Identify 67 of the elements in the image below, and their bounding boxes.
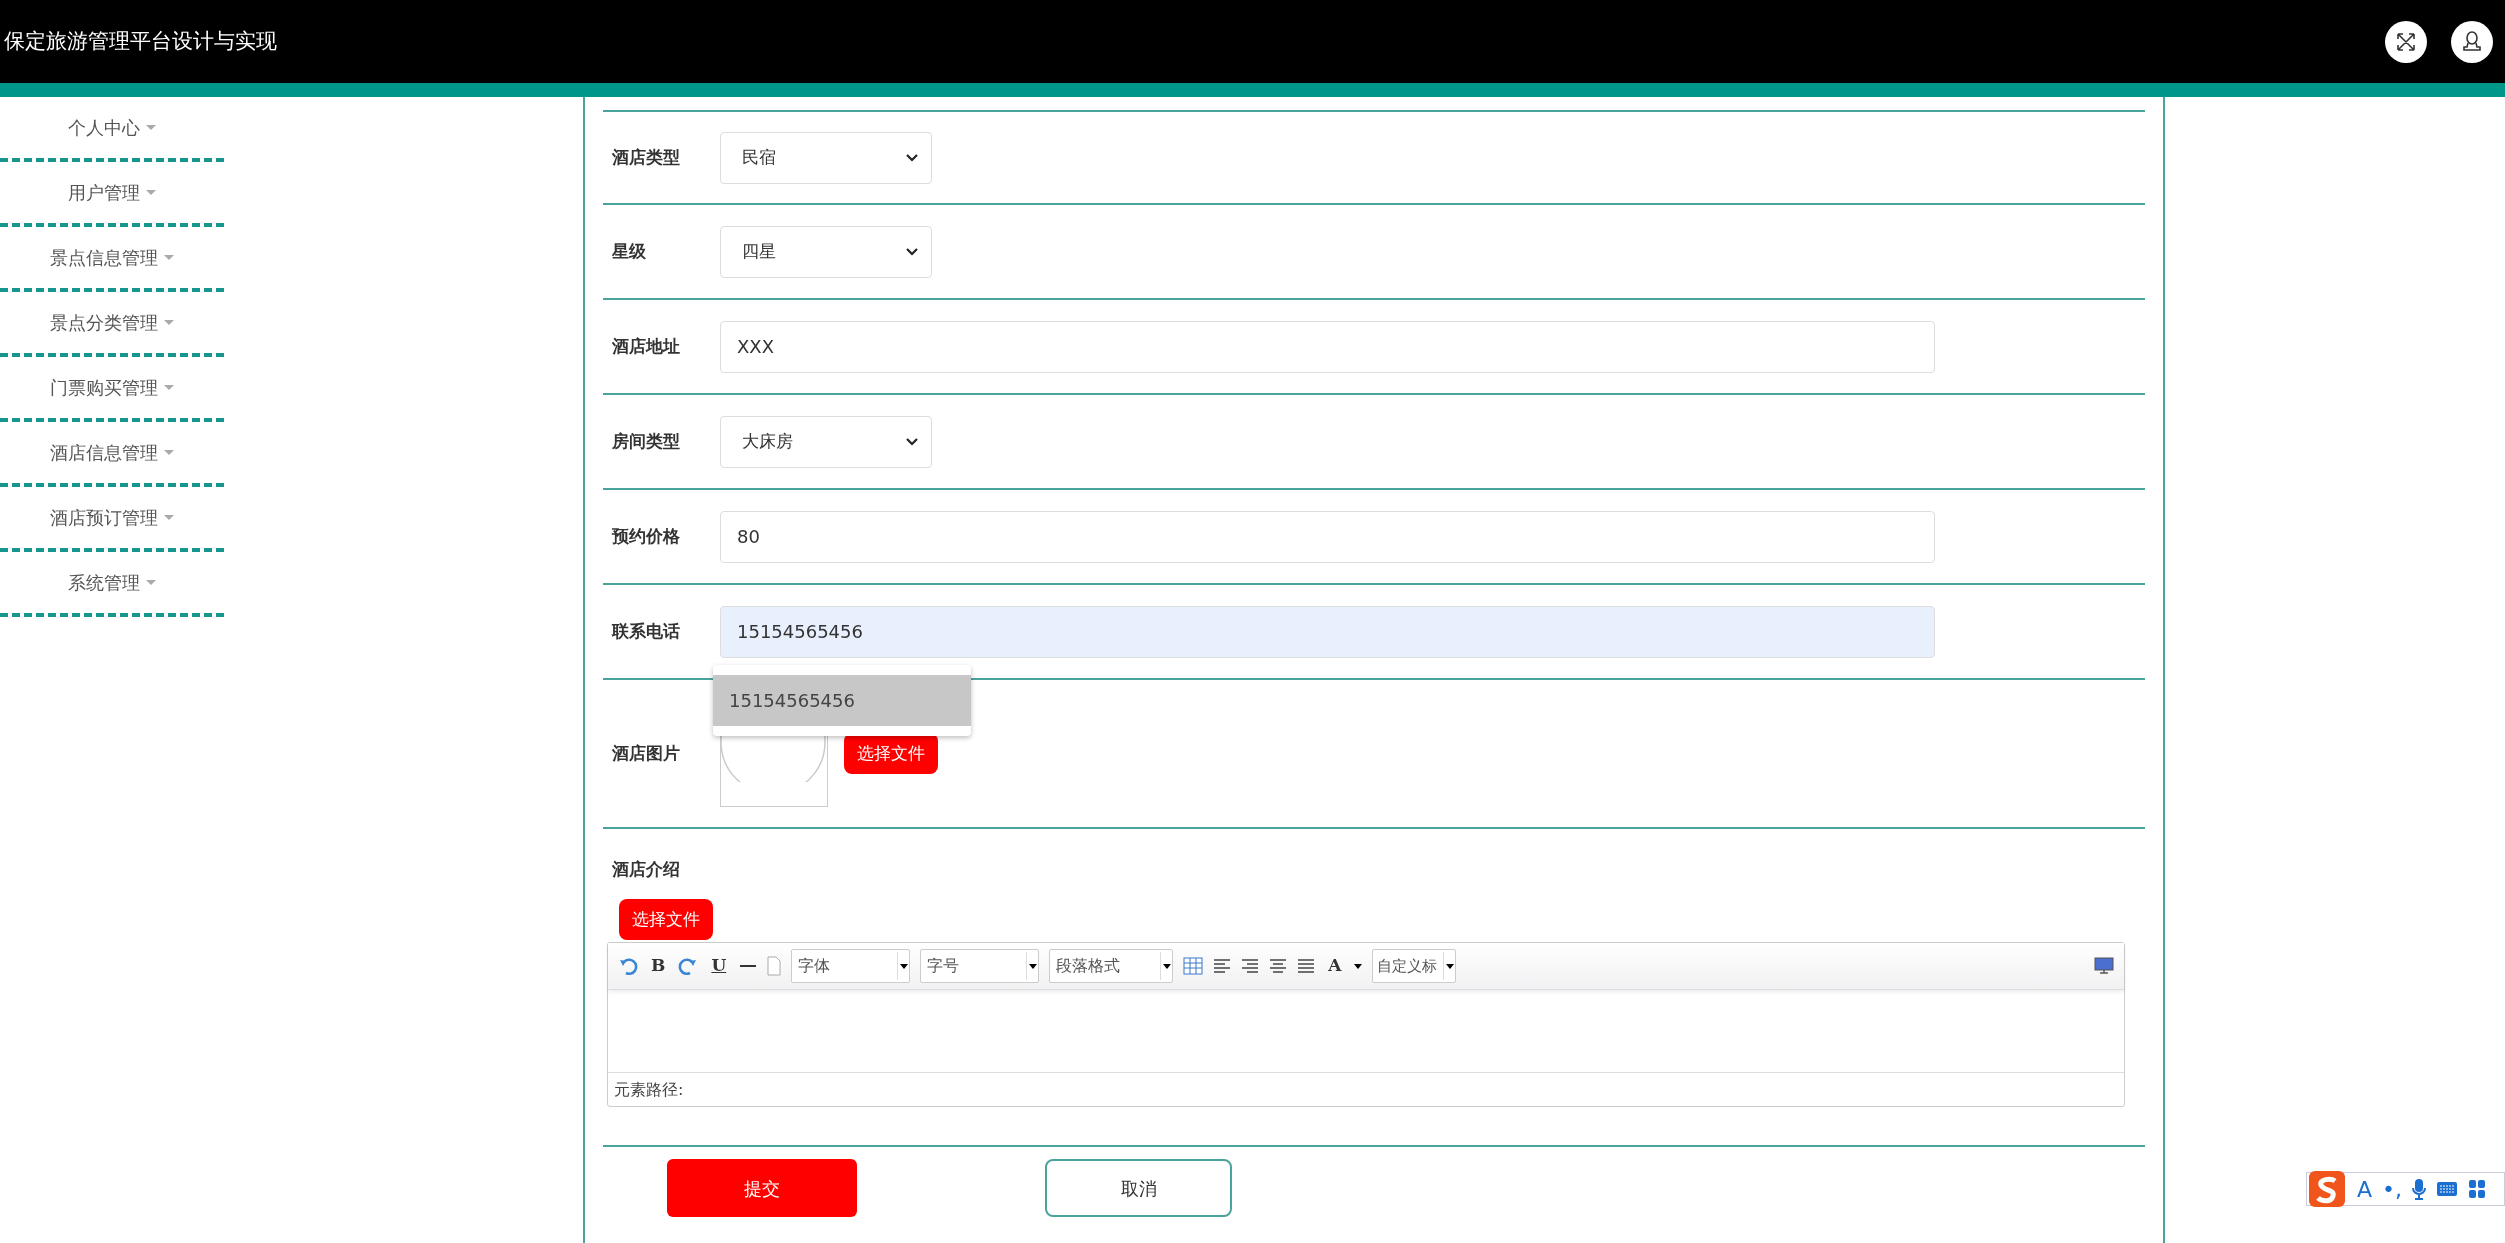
select-field[interactable]: 大床房	[720, 415, 932, 468]
caret-icon	[164, 320, 174, 325]
chevron-icon	[905, 436, 919, 447]
align-center-icon[interactable]	[1269, 957, 1288, 975]
caret-icon	[146, 125, 156, 130]
align-right-icon[interactable]	[1241, 957, 1260, 975]
caret-icon	[164, 450, 174, 455]
bold-button[interactable]: B	[648, 953, 669, 979]
submit-button[interactable]: 提交	[667, 1159, 857, 1217]
element-path-label: 元素路径:	[614, 1078, 684, 1101]
user-icon	[2460, 29, 2484, 54]
fullscreen-button[interactable]	[2385, 20, 2427, 63]
field-label: 酒店介绍	[612, 858, 681, 881]
sidebar-item[interactable]: 系统管理	[0, 552, 224, 617]
caret-icon	[164, 255, 174, 260]
align-left-icon[interactable]	[1213, 957, 1232, 975]
redo-icon[interactable]	[678, 956, 699, 976]
dropdown-select[interactable]: 字号	[920, 949, 1040, 983]
keyboard-icon[interactable]	[2436, 1181, 2459, 1197]
select-field[interactable]: 四星	[720, 225, 932, 278]
sidebar-item[interactable]: 景点分类管理	[0, 292, 224, 357]
underline-button[interactable]: U	[708, 953, 730, 979]
caret-icon	[146, 190, 156, 195]
field-label: 酒店图片	[612, 741, 681, 765]
cancel-button[interactable]: 取消	[1045, 1159, 1232, 1217]
user-button[interactable]	[2451, 20, 2493, 63]
dropdown-select[interactable]: 段落格式	[1049, 949, 1174, 983]
chevron-icon	[905, 152, 919, 163]
caret-icon	[164, 515, 174, 520]
table-icon[interactable]	[1183, 957, 1204, 975]
input-field[interactable]: XXX	[720, 320, 1935, 373]
dropdown-select[interactable]: 字体	[791, 949, 911, 983]
caret-icon	[1162, 963, 1171, 969]
field-label: 联系电话	[612, 619, 681, 643]
sidebar-item[interactable]: 酒店预订管理	[0, 487, 224, 552]
monitor-icon[interactable]	[2094, 957, 2114, 975]
sidebar-item[interactable]: 用户管理	[0, 162, 224, 227]
autocomplete-option[interactable]: 15154565456	[713, 675, 971, 726]
input-field[interactable]: 15154565456	[720, 605, 1935, 658]
sidebar-item[interactable]: 酒店信息管理	[0, 422, 224, 487]
field-label: 酒店地址	[612, 334, 681, 358]
dropdown-select[interactable]: 自定义标	[1372, 949, 1457, 983]
input-mode-text[interactable]: A	[2357, 1172, 2373, 1206]
caret-icon	[1445, 963, 1454, 969]
app-title: 保定旅游管理平台设计与实现	[4, 27, 277, 55]
sidebar-item[interactable]: 门票购买管理	[0, 357, 224, 422]
undo-icon[interactable]	[618, 956, 638, 976]
microphone-icon[interactable]	[2412, 1178, 2427, 1200]
field-label: 预约价格	[612, 524, 681, 548]
caret-icon	[1028, 963, 1037, 969]
field-label: 酒店类型	[612, 145, 681, 169]
select-field[interactable]: 民宿	[720, 131, 932, 184]
caret-icon[interactable]	[1354, 963, 1363, 969]
input-field[interactable]: 80	[720, 510, 1935, 563]
caret-icon	[164, 385, 174, 390]
caret-icon	[899, 963, 908, 969]
grid-icon[interactable]	[2468, 1179, 2487, 1199]
justify-icon[interactable]	[1297, 957, 1316, 975]
caret-icon	[146, 580, 156, 585]
choose-file-button[interactable]: 选择文件	[619, 898, 713, 940]
sidebar-item[interactable]: 景点信息管理	[0, 227, 224, 292]
chevron-icon	[905, 246, 919, 257]
font-color-button[interactable]: A	[1325, 953, 1345, 979]
field-label: 房间类型	[612, 429, 681, 453]
sidebar-item[interactable]: 个人中心	[0, 97, 224, 162]
field-label: 星级	[612, 239, 647, 263]
punctuation-text[interactable]: •,	[2382, 1172, 2403, 1206]
